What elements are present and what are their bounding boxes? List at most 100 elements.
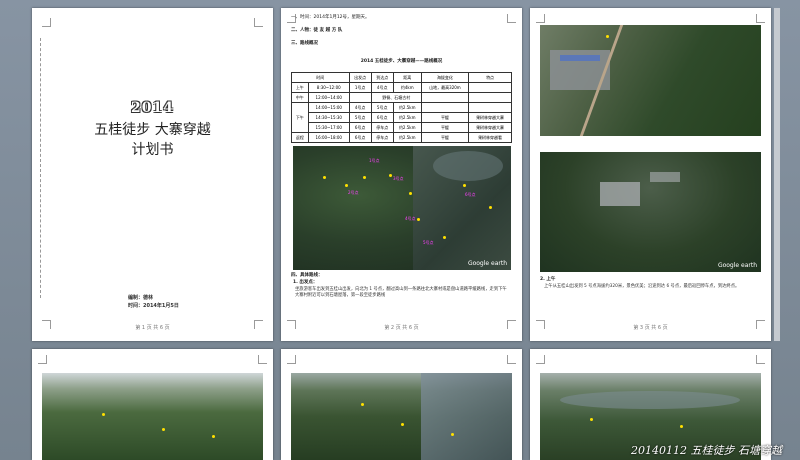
table-cell: 平缓 [420, 132, 470, 143]
table-row: 上午 8:30~12:00 1号点 4号点 约4km 山地，最高320m [291, 82, 512, 93]
header-cell: 特点 [468, 72, 512, 83]
table-row: 中午 12:00~14:00 野餐、石塘古村 [291, 92, 512, 103]
header-cell: 出发点 [348, 72, 372, 83]
map-label: 6号点 [465, 192, 476, 197]
google-earth-watermark: Google earth [717, 262, 757, 269]
morning-paragraph: 上午从五桂山出发到 5 号点海拔约320米，景色优美；沿途到达 6 号点，最后返… [544, 284, 740, 289]
route-point-marker [451, 433, 454, 436]
route-point-marker [463, 184, 466, 187]
table-cell: 约2.5km [392, 122, 422, 133]
table-row: 14:30~15:30 5号点 6号点 约2.5km 平缓 果树林穿越大寨 [292, 112, 512, 123]
page-5 [281, 349, 522, 460]
google-earth-watermark: Google earth [467, 260, 507, 267]
route-point-marker [389, 174, 392, 177]
table-row: 15:30~17:00 6号点 停车点 约2.5km 平缓 果树林穿越大寨 [292, 122, 512, 133]
route-point-marker [606, 35, 609, 38]
table-cell: 6号点 [348, 132, 372, 143]
route-point-marker [323, 176, 326, 179]
route-point-marker [401, 423, 404, 426]
table-cell [420, 102, 470, 113]
header-cell: 到达点 [370, 72, 394, 83]
plan-item-time: 一、时间：2014年1月12号，星期天。 [291, 15, 370, 20]
crop-mark [254, 18, 263, 27]
table-cell: 约2.5km [392, 112, 422, 123]
document-viewer: 2014 五桂徒步 大寨穿越 计划书 编制：德林 时间：2014年1月5日 第 … [0, 0, 800, 460]
table-header-row: 时间 出发点 到达点 距离 海拔变化 特点 [291, 72, 512, 83]
route-point-marker [363, 176, 366, 179]
section-route-detail: 四、具体路线： [291, 273, 323, 278]
route-point-marker [409, 192, 412, 195]
table-cell [420, 92, 470, 103]
table-cell [348, 92, 372, 103]
table-cell: 山地，最高320m [420, 82, 470, 93]
table-cell: 4号点 [348, 102, 372, 113]
table-cell: 5号点 [348, 112, 372, 123]
header-cell: 海拔变化 [420, 72, 470, 83]
table-cell: 野餐、石塘古村 [370, 92, 422, 103]
page-3-maps: Google earth 2. 上午 上午从五桂山出发到 5 号点海拔约320米… [530, 8, 771, 341]
crop-mark [42, 18, 51, 27]
subsection-start: 1. 出发点： [293, 280, 318, 285]
table-cell: 果树林穿越大寨 [468, 122, 512, 133]
table-cell: 平缓 [420, 122, 470, 133]
crop-mark [38, 355, 47, 364]
route-point-marker [162, 428, 165, 431]
morning-heading: 2. 上午 [540, 277, 556, 282]
plan-item-people: 二、人物：徒 友 越 方 队 [291, 28, 343, 33]
table-cell: 约2.5km [392, 102, 422, 113]
satellite-image-valley: Google earth [540, 152, 761, 272]
crop-mark [536, 355, 545, 364]
table-cell: 中午 [291, 92, 309, 103]
cover-title: 五桂徒步 大寨穿越 [94, 122, 211, 138]
table-cell: 停车点 [370, 122, 394, 133]
table-cell: 14:30~15:30 [307, 112, 350, 123]
blue-roof [560, 55, 600, 61]
schedule-table: 时间 出发点 到达点 距离 海拔变化 特点 上午 8:30~12:00 1号点 … [291, 72, 512, 143]
river-area [560, 391, 740, 409]
table-cell: 8:30~12:00 [307, 82, 350, 93]
table-cell: 果树林穿越看 [468, 132, 512, 143]
terrain-view-image [42, 373, 263, 460]
plan-item-route: 三、路线概况 [291, 41, 318, 46]
table-cell: 约2.5km [392, 132, 422, 143]
table-cell: 约4km [392, 82, 422, 93]
table-cell: 下午 [291, 102, 309, 133]
route-map-image: 1号点 2号点 3号点 4号点 5号点 6号点 Google earth [293, 146, 511, 270]
table-cell: 上午 [291, 82, 309, 93]
page-2-plan: 一、时间：2014年1月12号，星期天。 二、人物：徒 友 越 方 队 三、路线… [281, 8, 522, 341]
route-point-marker [443, 236, 446, 239]
map-label: 5号点 [423, 240, 434, 245]
page-4 [32, 349, 273, 460]
vertical-scrollbar[interactable] [774, 8, 780, 341]
page-footer: 第 1 页 共 6 页 [135, 325, 170, 331]
map-label: 2号点 [348, 190, 359, 195]
header-cell: 时间 [291, 72, 350, 83]
table-cell: 6号点 [370, 112, 394, 123]
crop-mark [507, 355, 516, 364]
cover-subtitle: 计划书 [131, 142, 174, 158]
left-dashed-margin [40, 38, 42, 298]
crop-mark [756, 355, 765, 364]
crop-mark [507, 14, 516, 23]
terrain-view-image [291, 373, 512, 460]
route-point-marker [590, 418, 593, 421]
route-point-marker [680, 425, 683, 428]
page-1-cover: 2014 五桂徒步 大寨穿越 计划书 编制：德林 时间：2014年1月5日 第 … [32, 8, 273, 341]
table-cell [468, 82, 512, 93]
satellite-image-town [540, 25, 761, 136]
buildings [600, 182, 640, 206]
table-row: 下午 14:00~15:00 4号点 5号点 约2.5km [291, 102, 512, 133]
map-label: 3号点 [393, 176, 404, 181]
route-paragraph: 坐旅游客车出发到五桂山出发，向北为 1 号点，翻过高山到一条路往北大寨村或是盘山… [295, 287, 507, 298]
river-area [433, 151, 503, 181]
table-cell [468, 92, 512, 103]
route-point-marker [345, 184, 348, 187]
table-cell: 平缓 [420, 112, 470, 123]
table-cell: 返程 [291, 132, 309, 143]
page-footer: 第 2 页 共 6 页 [384, 325, 419, 331]
table-cell: 16:00~18:00 [307, 132, 350, 143]
table-cell: 5号点 [370, 102, 394, 113]
terrain-shade [421, 373, 512, 460]
table-cell: 6号点 [348, 122, 372, 133]
table-cell: 停车点 [370, 132, 394, 143]
